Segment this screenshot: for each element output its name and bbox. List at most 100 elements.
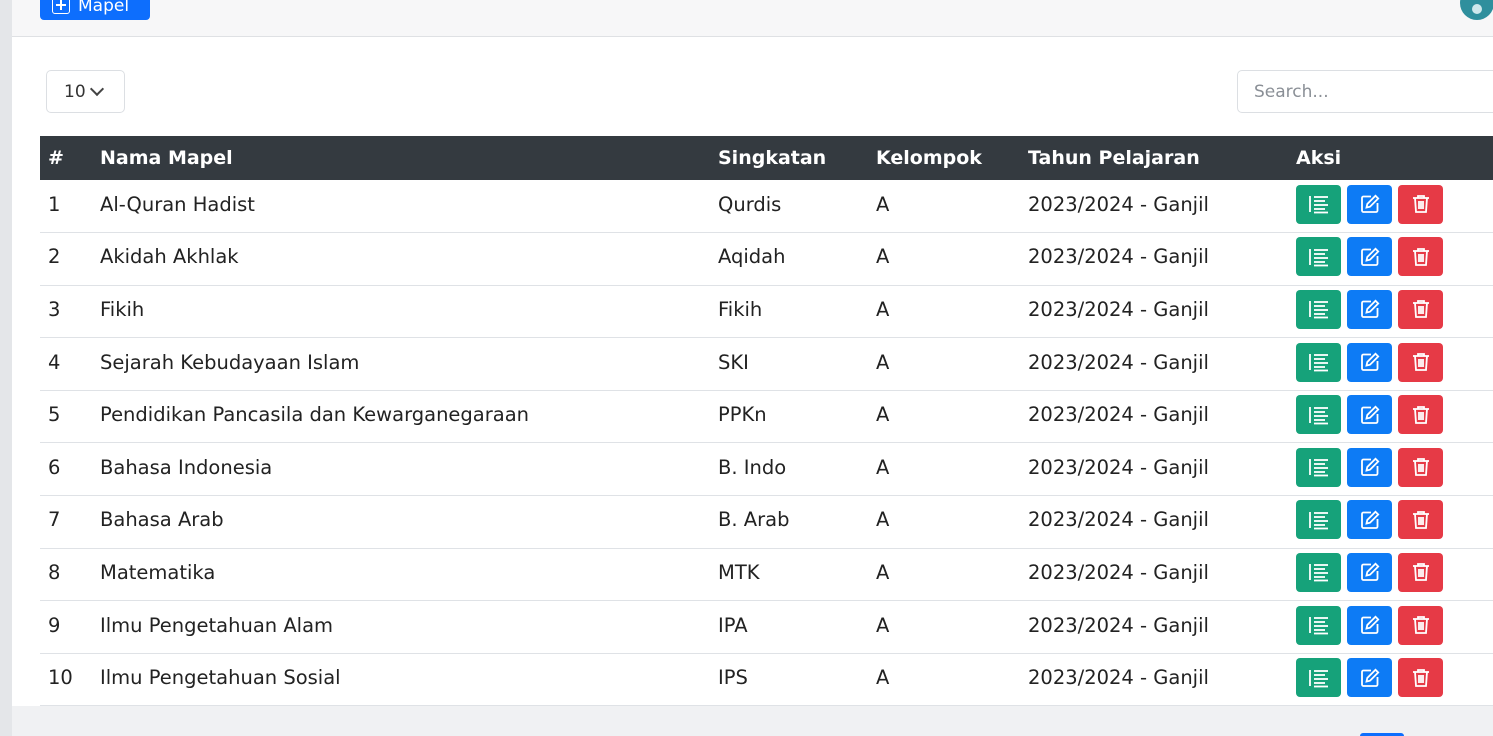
cell-kelompok: A bbox=[876, 337, 1028, 391]
table-row: 8 Matematika MTK A 2023/2024 - Ganjil bbox=[40, 548, 1493, 602]
cell-aksi bbox=[1296, 442, 1493, 497]
cell-kelompok: A bbox=[876, 495, 1028, 549]
page-length-select[interactable]: 10 bbox=[46, 70, 125, 113]
cell-kelompok: A bbox=[876, 390, 1028, 444]
col-header-nama[interactable]: Nama Mapel bbox=[100, 136, 718, 180]
row-actions bbox=[1296, 605, 1493, 645]
cell-no: 6 bbox=[40, 442, 100, 497]
col-header-singkatan[interactable]: Singkatan bbox=[718, 136, 876, 180]
cell-nama-mapel: Fikih bbox=[100, 285, 718, 339]
top-toolbar bbox=[12, 0, 1493, 37]
edit-button[interactable] bbox=[1347, 500, 1392, 540]
edit-button[interactable] bbox=[1347, 605, 1392, 645]
cell-kelompok: A bbox=[876, 548, 1028, 602]
cell-nama-mapel: Matematika bbox=[100, 548, 718, 602]
cell-no: 4 bbox=[40, 337, 100, 391]
cell-aksi bbox=[1296, 180, 1493, 234]
row-actions bbox=[1296, 395, 1493, 435]
delete-button[interactable] bbox=[1398, 605, 1443, 645]
row-actions bbox=[1296, 289, 1493, 329]
cell-nama-mapel: Ilmu Pengetahuan Alam bbox=[100, 600, 718, 654]
detail-button[interactable] bbox=[1296, 184, 1341, 224]
cell-aksi bbox=[1296, 232, 1493, 286]
cell-aksi bbox=[1296, 390, 1493, 444]
delete-button[interactable] bbox=[1398, 395, 1443, 435]
delete-button[interactable] bbox=[1398, 500, 1443, 540]
plus-square-icon bbox=[52, 0, 70, 14]
add-mapel-button[interactable]: Mapel bbox=[40, 0, 150, 20]
edit-button[interactable] bbox=[1347, 447, 1392, 487]
page-length-value: 10 bbox=[64, 81, 86, 102]
table-row: 2 Akidah Akhlak Aqidah A 2023/2024 - Ganjil bbox=[40, 232, 1493, 286]
delete-button[interactable] bbox=[1398, 552, 1443, 592]
cell-nama-mapel: Bahasa Arab bbox=[100, 495, 718, 549]
edit-button[interactable] bbox=[1347, 342, 1392, 382]
cell-tahun-pelajaran: 2023/2024 - Ganjil bbox=[1028, 600, 1296, 654]
row-actions bbox=[1296, 552, 1493, 592]
delete-button[interactable] bbox=[1398, 658, 1443, 698]
row-actions bbox=[1296, 342, 1493, 382]
row-actions bbox=[1296, 184, 1493, 224]
detail-button[interactable] bbox=[1296, 395, 1341, 435]
mapel-table: # Nama Mapel Singkatan Kelompok Tahun Pe… bbox=[40, 136, 1493, 707]
chevron-down-icon bbox=[89, 81, 104, 97]
cell-singkatan: Fikih bbox=[718, 285, 876, 339]
cell-kelompok: A bbox=[876, 442, 1028, 497]
cell-singkatan: PPKn bbox=[718, 390, 876, 444]
cell-no: 9 bbox=[40, 600, 100, 654]
col-header-tahun[interactable]: Tahun Pelajaran bbox=[1028, 136, 1296, 180]
cell-no: 8 bbox=[40, 548, 100, 602]
table-body: 1 Al-Quran Hadist Qurdis A 2023/2024 - Ganji… bbox=[40, 180, 1493, 707]
cell-tahun-pelajaran: 2023/2024 - Ganjil bbox=[1028, 285, 1296, 339]
search-input[interactable] bbox=[1237, 70, 1493, 113]
delete-button[interactable] bbox=[1398, 184, 1443, 224]
cell-aksi bbox=[1296, 600, 1493, 654]
cell-kelompok: A bbox=[876, 232, 1028, 286]
detail-button[interactable] bbox=[1296, 605, 1341, 645]
edit-button[interactable] bbox=[1347, 184, 1392, 224]
cell-no: 1 bbox=[40, 180, 100, 234]
col-header-kelompok[interactable]: Kelompok bbox=[876, 136, 1028, 180]
edit-button[interactable] bbox=[1347, 658, 1392, 698]
edit-button[interactable] bbox=[1347, 395, 1392, 435]
detail-button[interactable] bbox=[1296, 342, 1341, 382]
cell-singkatan: IPA bbox=[718, 600, 876, 654]
table-header-row: # Nama Mapel Singkatan Kelompok Tahun Pe… bbox=[40, 136, 1493, 180]
table-row: 7 Bahasa Arab B. Arab A 2023/2024 - Ganjil bbox=[40, 495, 1493, 549]
cell-singkatan: B. Indo bbox=[718, 442, 876, 497]
cell-aksi bbox=[1296, 285, 1493, 339]
detail-button[interactable] bbox=[1296, 552, 1341, 592]
cell-no: 2 bbox=[40, 232, 100, 286]
table-row: 1 Al-Quran Hadist Qurdis A 2023/2024 - Ganji… bbox=[40, 180, 1493, 234]
cell-tahun-pelajaran: 2023/2024 - Ganjil bbox=[1028, 653, 1296, 707]
col-header-no[interactable]: # bbox=[40, 136, 100, 180]
cell-nama-mapel: Akidah Akhlak bbox=[100, 232, 718, 286]
detail-button[interactable] bbox=[1296, 289, 1341, 329]
cell-tahun-pelajaran: 2023/2024 - Ganjil bbox=[1028, 442, 1296, 497]
cell-nama-mapel: Bahasa Indonesia bbox=[100, 442, 718, 497]
cell-singkatan: IPS bbox=[718, 653, 876, 707]
edit-button[interactable] bbox=[1347, 237, 1392, 277]
cell-no: 10 bbox=[40, 653, 100, 707]
cell-nama-mapel: Pendidikan Pancasila dan Kewarganegaraan bbox=[100, 390, 718, 444]
cell-no: 5 bbox=[40, 390, 100, 444]
cell-singkatan: B. Arab bbox=[718, 495, 876, 549]
edit-button[interactable] bbox=[1347, 552, 1392, 592]
delete-button[interactable] bbox=[1398, 447, 1443, 487]
cell-aksi bbox=[1296, 495, 1493, 549]
row-actions bbox=[1296, 500, 1493, 540]
detail-button[interactable] bbox=[1296, 500, 1341, 540]
cell-singkatan: SKI bbox=[718, 337, 876, 391]
detail-button[interactable] bbox=[1296, 658, 1341, 698]
delete-button[interactable] bbox=[1398, 237, 1443, 277]
delete-button[interactable] bbox=[1398, 342, 1443, 382]
detail-button[interactable] bbox=[1296, 447, 1341, 487]
delete-button[interactable] bbox=[1398, 289, 1443, 329]
table-row: 6 Bahasa Indonesia B. Indo A 2023/2024 - Gan… bbox=[40, 442, 1493, 497]
card-footer bbox=[12, 706, 1493, 736]
detail-button[interactable] bbox=[1296, 237, 1341, 277]
cell-no: 7 bbox=[40, 495, 100, 549]
edit-button[interactable] bbox=[1347, 289, 1392, 329]
col-header-aksi: Aksi bbox=[1296, 147, 1342, 169]
cell-aksi bbox=[1296, 548, 1493, 602]
